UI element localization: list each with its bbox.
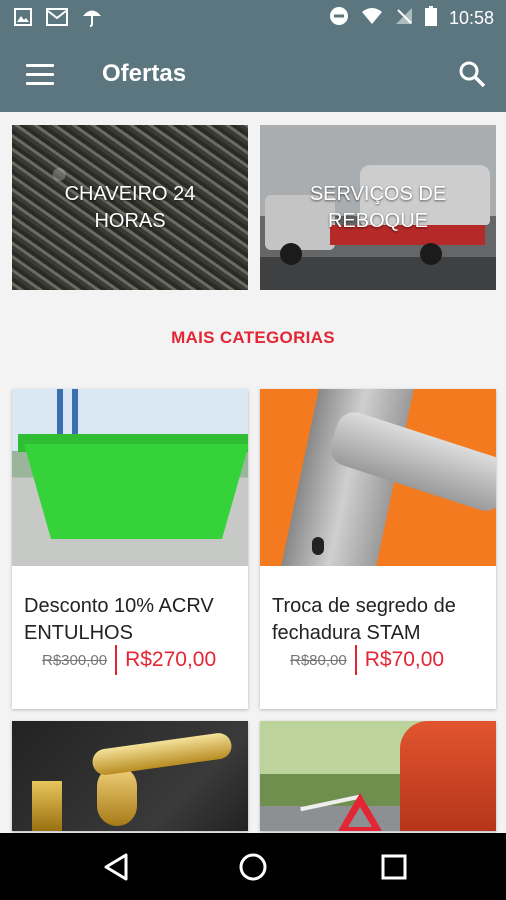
warning-triangle-icon — [338, 793, 382, 831]
offer-card[interactable] — [260, 721, 496, 831]
offer-image-door-handle — [260, 389, 496, 566]
category-label: SERVIÇOS DE REBOQUE — [309, 182, 447, 232]
offer-card[interactable] — [12, 721, 248, 831]
more-categories-link[interactable]: MAIS CATEGORIAS — [0, 328, 506, 348]
do-not-disturb-icon — [329, 6, 349, 31]
offer-card[interactable]: Desconto 10% ACRV ENTULHOS R$300,00 R$27… — [12, 389, 248, 709]
old-price: R$80,00 — [290, 651, 347, 669]
umbrella-icon — [82, 7, 102, 32]
offer-title: Troca de segredo de fechadura STAM — [272, 595, 456, 644]
clock: 10:58 — [448, 8, 494, 28]
recent-apps-icon[interactable] — [378, 851, 410, 883]
image-icon — [14, 8, 32, 31]
new-price: R$70,00 — [364, 648, 445, 671]
menu-icon[interactable] — [26, 64, 54, 86]
offer-image-roadside-car — [260, 721, 496, 831]
status-bar: 10:58 — [0, 0, 506, 38]
offer-prices: R$80,00 R$70,00 — [290, 645, 444, 675]
home-icon[interactable] — [237, 851, 269, 883]
no-signal-icon — [395, 7, 413, 30]
price-divider — [354, 645, 357, 675]
search-icon[interactable] — [458, 60, 486, 88]
category-label: CHAVEIRO 24 HORAS — [64, 182, 196, 232]
offer-image-dumpster — [12, 389, 248, 566]
battery-icon — [424, 6, 437, 31]
offer-card[interactable]: Troca de segredo de fechadura STAM R$80,… — [260, 389, 496, 709]
system-nav-bar — [0, 833, 506, 900]
wifi-icon — [361, 7, 383, 30]
old-price: R$300,00 — [42, 651, 108, 669]
offer-image-brass-handle — [12, 721, 248, 831]
category-tile-chaveiro[interactable]: CHAVEIRO 24 HORAS — [12, 125, 248, 290]
price-divider — [115, 645, 118, 675]
offer-prices: R$300,00 R$270,00 — [42, 645, 216, 675]
category-tile-reboque[interactable]: SERVIÇOS DE REBOQUE — [260, 125, 496, 290]
gmail-icon — [46, 8, 68, 31]
back-icon[interactable] — [100, 851, 132, 883]
new-price: R$270,00 — [125, 648, 217, 671]
page-title: Ofertas — [102, 60, 187, 87]
app-bar: Ofertas — [0, 38, 506, 112]
offer-title: Desconto 10% ACRV ENTULHOS — [24, 595, 214, 644]
